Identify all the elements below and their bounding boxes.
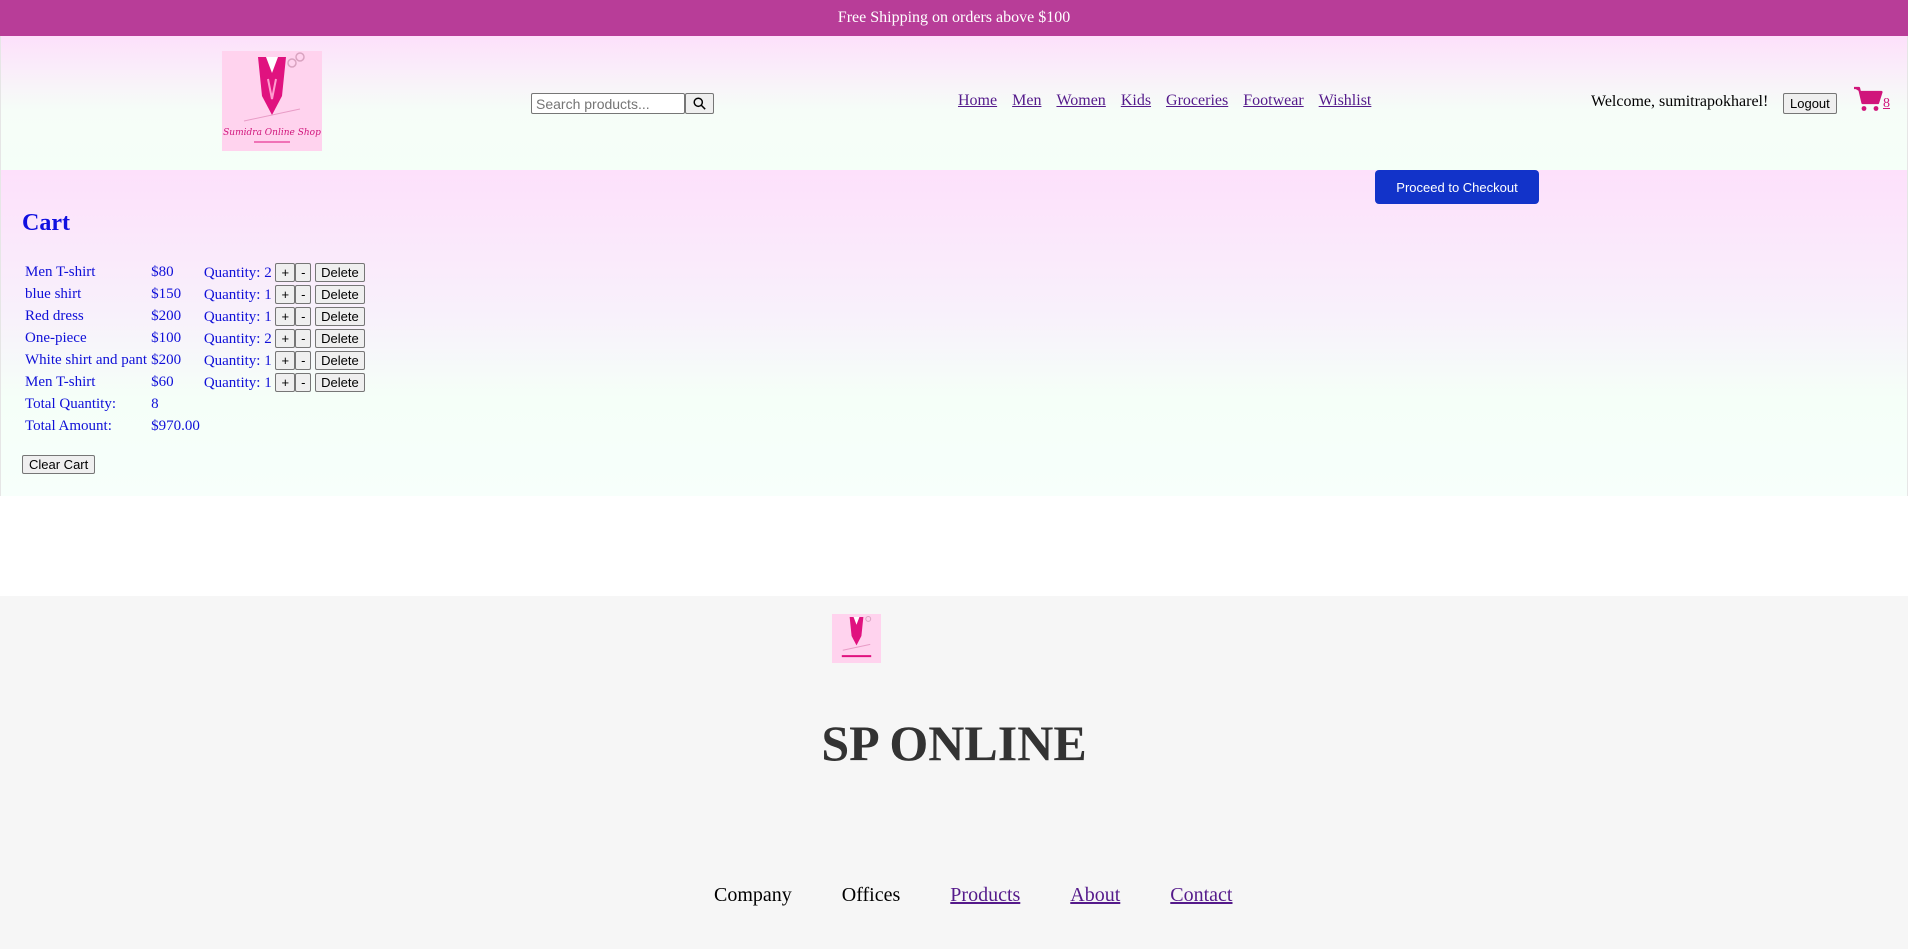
welcome-message: Welcome, sumitrapokharel!	[1591, 93, 1769, 110]
increase-quantity-button[interactable]: +	[275, 329, 296, 348]
item-price: $80	[151, 264, 174, 280]
total-amount-row: Total Amount: $970.00	[24, 417, 366, 436]
table-row: One-piece $100 Quantity: 2 + - Delete	[24, 329, 366, 348]
proceed-to-checkout-button[interactable]: Proceed to Checkout	[1375, 170, 1539, 204]
total-quantity-label: Total Quantity:	[25, 396, 117, 412]
item-price: $150	[151, 286, 182, 302]
logout-button[interactable]: Logout	[1783, 93, 1837, 114]
search-button[interactable]	[685, 93, 714, 114]
footer-logo	[832, 614, 881, 663]
table-row: Red dress $200 Quantity: 1 + - Delete	[24, 307, 366, 326]
increase-quantity-button[interactable]: +	[275, 285, 296, 304]
promo-banner: Free Shipping on orders above $100	[0, 0, 1908, 36]
item-price: $100	[151, 330, 182, 346]
item-quantity: Quantity: 1	[203, 309, 272, 325]
table-row: Men T-shirt $60 Quantity: 1 + - Delete	[24, 373, 366, 392]
shop-logo-small	[832, 614, 881, 663]
decrease-quantity-button[interactable]: -	[295, 307, 312, 326]
cart-count-badge[interactable]: 8	[1883, 96, 1890, 112]
footer-link-about[interactable]: About	[1070, 884, 1120, 907]
increase-quantity-button[interactable]: +	[275, 307, 296, 326]
nav-footwear[interactable]: Footwear	[1243, 92, 1303, 110]
footer-brand: SP ONLINE	[821, 715, 1087, 771]
increase-quantity-button[interactable]: +	[275, 351, 296, 370]
increase-quantity-button[interactable]: +	[275, 373, 296, 392]
nav-home[interactable]: Home	[958, 92, 997, 110]
footer-links: Company Offices Products About Contact	[714, 884, 1233, 907]
item-quantity: Quantity: 2	[203, 265, 272, 281]
item-quantity: Quantity: 1	[203, 375, 272, 391]
item-name: One-piece	[25, 330, 87, 346]
total-amount-value: $970.00	[151, 418, 200, 434]
increase-quantity-button[interactable]: +	[275, 263, 296, 282]
main-nav: Home Men Women Kids Groceries Footwear W…	[958, 92, 1371, 110]
nav-groceries[interactable]: Groceries	[1166, 92, 1228, 110]
item-price: $200	[151, 308, 182, 324]
item-quantity: Quantity: 1	[203, 353, 272, 369]
search-input[interactable]	[531, 93, 685, 114]
shop-logo-graphic: Sumidra Online Shop	[222, 51, 322, 151]
item-quantity-cell: Quantity: 2 + - Delete	[203, 263, 366, 282]
cart-link[interactable]: 8	[1853, 86, 1890, 112]
footer-company: Company	[714, 884, 792, 906]
item-price: $200	[151, 352, 182, 368]
decrease-quantity-button[interactable]: -	[295, 285, 312, 304]
decrease-quantity-button[interactable]: -	[295, 373, 312, 392]
delete-item-button[interactable]: Delete	[315, 285, 365, 304]
promo-text: Free Shipping on orders above $100	[837, 9, 1071, 26]
site-footer: SP ONLINE Company Offices Products About…	[0, 596, 1908, 949]
item-price: $60	[151, 374, 174, 390]
footer-offices: Offices	[841, 884, 901, 906]
item-quantity: Quantity: 1	[203, 287, 272, 303]
nav-kids[interactable]: Kids	[1121, 92, 1151, 110]
item-quantity-cell: Quantity: 1 + - Delete	[203, 351, 366, 370]
delete-item-button[interactable]: Delete	[315, 351, 365, 370]
total-quantity-row: Total Quantity: 8	[24, 395, 366, 414]
nav-women[interactable]: Women	[1056, 92, 1105, 110]
item-quantity-cell: Quantity: 2 + - Delete	[203, 329, 366, 348]
page-title: Cart	[22, 210, 70, 236]
item-name: Red dress	[25, 308, 84, 324]
nav-wishlist[interactable]: Wishlist	[1319, 92, 1372, 110]
total-amount-label: Total Amount:	[25, 418, 112, 434]
item-quantity-cell: Quantity: 1 + - Delete	[203, 373, 366, 392]
shopping-cart-icon	[1854, 86, 1883, 111]
item-quantity-cell: Quantity: 1 + - Delete	[203, 285, 366, 304]
item-name: Men T-shirt	[25, 374, 96, 390]
total-quantity-value: 8	[151, 396, 159, 412]
table-row: White shirt and pant $200 Quantity: 1 + -…	[24, 351, 366, 370]
item-name: White shirt and pant	[25, 352, 148, 368]
table-row: blue shirt $150 Quantity: 1 + - Delete	[24, 285, 366, 304]
cart-section: Proceed to Checkout Cart Men T-shirt $80…	[0, 170, 1908, 496]
delete-item-button[interactable]: Delete	[315, 263, 365, 282]
item-name: Men T-shirt	[25, 264, 96, 280]
nav-men[interactable]: Men	[1012, 92, 1041, 110]
delete-item-button[interactable]: Delete	[315, 373, 365, 392]
footer-link-products[interactable]: Products	[950, 884, 1020, 907]
decrease-quantity-button[interactable]: -	[295, 329, 312, 348]
search-bar	[531, 93, 714, 114]
footer-link-contact[interactable]: Contact	[1170, 884, 1232, 907]
decrease-quantity-button[interactable]: -	[295, 263, 312, 282]
item-name: blue shirt	[25, 286, 82, 302]
item-quantity: Quantity: 2	[203, 331, 272, 347]
clear-cart-button[interactable]: Clear Cart	[22, 455, 96, 474]
table-row: Men T-shirt $80 Quantity: 2 + - Delete	[24, 263, 366, 282]
site-header: Sumidra Online Shop Home Men Women Kids …	[0, 36, 1908, 170]
cart-items-table: Men T-shirt $80 Quantity: 2 + - Delete bl…	[22, 260, 368, 439]
delete-item-button[interactable]: Delete	[315, 307, 365, 326]
decrease-quantity-button[interactable]: -	[295, 351, 312, 370]
item-quantity-cell: Quantity: 1 + - Delete	[203, 307, 366, 326]
search-icon	[693, 97, 706, 110]
logo-text: Sumidra Online Shop	[223, 128, 321, 138]
shop-logo[interactable]: Sumidra Online Shop	[222, 51, 322, 151]
delete-item-button[interactable]: Delete	[315, 329, 365, 348]
